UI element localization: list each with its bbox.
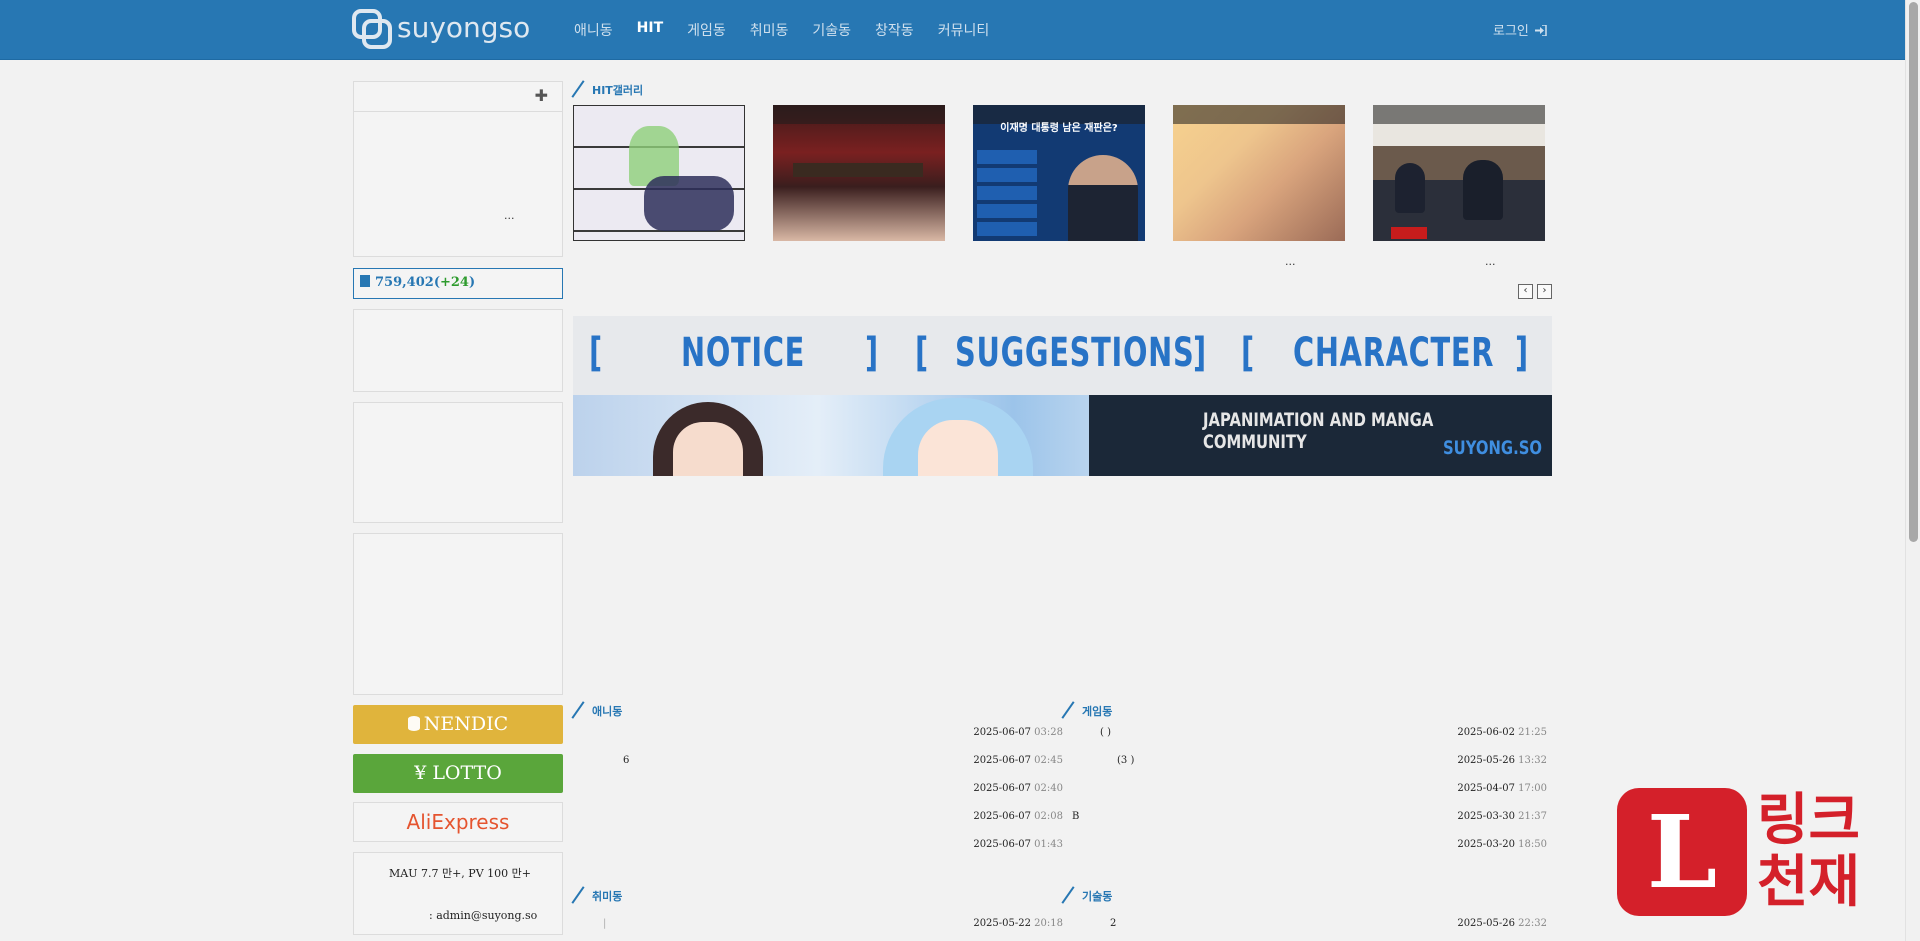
banner-notice-link[interactable]: NOTICE — [681, 330, 805, 376]
list-item[interactable]: 2025-04-07 17:00 — [1057, 783, 1547, 797]
list-item[interactable]: (3 ) 2025-05-26 13:32 — [1057, 755, 1547, 769]
nendic-button[interactable]: NENDIC — [353, 705, 563, 744]
gallery-next-button[interactable]: › — [1537, 284, 1552, 299]
bracket-close: ] — [1193, 330, 1207, 376]
nendic-label: NENDIC — [423, 713, 509, 735]
banner-character-link[interactable]: CHARACTER — [1293, 330, 1494, 376]
logo-text: suyongso — [397, 11, 531, 44]
gallery-prev-button[interactable]: ‹ — [1518, 284, 1533, 299]
document-icon — [360, 275, 370, 287]
bracket-open: [ — [1241, 330, 1255, 376]
hit-thumb-4[interactable] — [1173, 105, 1345, 241]
lotto-button[interactable]: ¥ LOTTO — [353, 754, 563, 793]
nav-hobby[interactable]: 취미동 — [738, 20, 801, 40]
banner-links: [ NOTICE ] [ SUGGESTIONS ] [ CHARACTER ] — [573, 316, 1552, 395]
bracket-close: ] — [1515, 330, 1529, 376]
sidebar-ad-box-2 — [353, 402, 563, 523]
nav-hit[interactable]: HIT — [625, 20, 675, 40]
hit-gallery-title[interactable]: HIT갤러리 — [574, 82, 643, 98]
sidebar-ad-box-1 — [353, 309, 563, 392]
list-item[interactable]: 2 2025-05-26 22:32 — [1057, 918, 1547, 932]
board-anime-title[interactable]: 애니동 — [574, 703, 622, 719]
post-count: 759,402 — [375, 275, 434, 290]
hit-thumb-3-headline: 이재명 대통령 남은 재판은? — [1000, 123, 1118, 134]
watermark-logo: L — [1617, 788, 1747, 916]
top-navbar: suyongso 애니동 HIT 게임동 취미동 기술동 창작동 커뮤니티 로그… — [0, 0, 1905, 60]
logo-mark-icon — [352, 9, 392, 49]
list-item[interactable]: 2025-06-07 02:08 — [573, 811, 1063, 825]
hit-thumb-3[interactable]: 이재명 대통령 남은 재판은? — [973, 105, 1145, 241]
hit-thumb-2[interactable] — [773, 105, 945, 241]
board-hobby-title[interactable]: 취미동 — [574, 888, 622, 904]
list-item[interactable]: 2025-03-20 18:50 — [1057, 839, 1547, 853]
banner-tagline: JAPANIMATION AND MANGA COMMUNITY — [1203, 409, 1434, 453]
hit-thumb-4-caption: ... — [1285, 255, 1296, 268]
site-stats-box: MAU 7.7 만+, PV 100 만+ : admin@suyong.so — [353, 852, 563, 935]
watermark-letter: L — [1646, 793, 1718, 911]
list-item[interactable]: ( ) 2025-06-02 21:25 — [1057, 727, 1547, 741]
bracket-open: [ — [915, 330, 929, 376]
nav-anime[interactable]: 애니동 — [562, 20, 625, 40]
database-icon — [407, 716, 420, 731]
post-count-box: 759,402(+24) — [353, 268, 563, 299]
bracket-open: [ — [589, 330, 603, 376]
nav-community[interactable]: 커뮤니티 — [926, 20, 1002, 40]
site-logo[interactable]: suyongso — [352, 9, 538, 51]
list-item[interactable]: 2025-06-07 01:43 — [573, 839, 1063, 853]
page-scrollbar[interactable] — [1905, 0, 1920, 941]
hit-thumb-1[interactable] — [573, 105, 745, 241]
sidebar-ad-box-3 — [353, 533, 563, 695]
community-banner: [ NOTICE ] [ SUGGESTIONS ] [ CHARACTER ]… — [573, 316, 1552, 476]
login-link[interactable]: 로그인 — [1493, 20, 1547, 39]
main-nav: 애니동 HIT 게임동 취미동 기술동 창작동 커뮤니티 — [562, 0, 1001, 60]
watermark-text-line-1: 링크 — [1757, 788, 1861, 853]
banner-site: SUYONG.SO — [1443, 437, 1542, 459]
list-item[interactable]: 2025-06-07 03:28 — [573, 727, 1063, 741]
login-box-ellipsis: ... — [504, 209, 515, 222]
banner-suggestions-link[interactable]: SUGGESTIONS — [955, 330, 1194, 376]
aliexpress-link[interactable]: AliExpress — [353, 802, 563, 842]
hit-thumb-5[interactable] — [1373, 105, 1545, 241]
scrollbar-thumb[interactable] — [1909, 2, 1918, 542]
plus-icon[interactable]: ✚ — [535, 86, 548, 105]
site-stats-line: MAU 7.7 만+, PV 100 만+ — [389, 867, 531, 880]
hit-thumb-5-caption: ... — [1485, 255, 1496, 268]
list-item[interactable]: 6 2025-06-07 02:45 — [573, 755, 1063, 769]
lotto-label: ¥ LOTTO — [414, 762, 502, 784]
nav-game[interactable]: 게임동 — [675, 20, 738, 40]
login-label: 로그인 — [1493, 24, 1529, 39]
sign-in-icon — [1535, 24, 1547, 37]
watermark-text: 링크 천재 — [1757, 790, 1860, 914]
nav-creative[interactable]: 창작동 — [863, 20, 926, 40]
board-game-title[interactable]: 게임동 — [1064, 703, 1112, 719]
list-item[interactable]: B 2025-03-30 21:37 — [1057, 811, 1547, 825]
watermark-text-line-2: 천재 — [1757, 850, 1861, 915]
contact-email: : admin@suyong.so — [429, 909, 538, 922]
list-item[interactable]: 2025-06-07 02:40 — [573, 783, 1063, 797]
nav-tech[interactable]: 기술동 — [800, 20, 863, 40]
aliexpress-logo: AliExpress — [406, 810, 510, 834]
board-tech-title[interactable]: 기술동 — [1064, 888, 1112, 904]
post-count-delta: +24 — [439, 275, 469, 290]
bracket-close: ] — [865, 330, 879, 376]
login-box: ✚ ... — [353, 81, 563, 257]
list-item[interactable]: | 2025-05-22 20:18 — [573, 918, 1063, 932]
